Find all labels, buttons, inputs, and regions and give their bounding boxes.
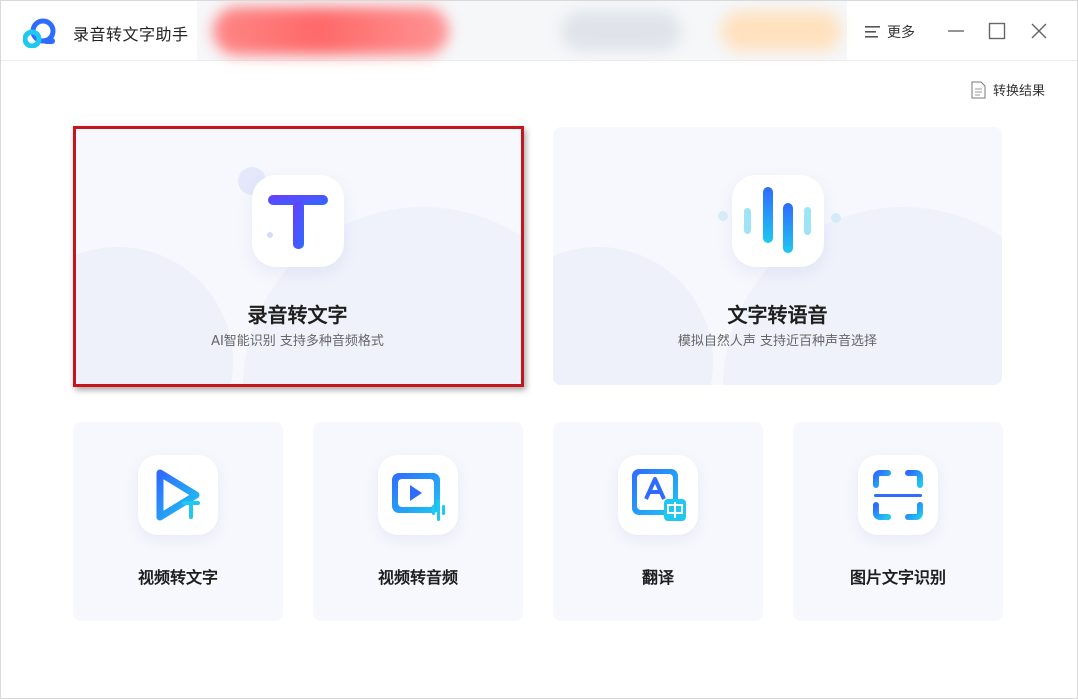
card-video-to-text[interactable]: 视频转文字 <box>73 422 283 621</box>
card-title: 翻译 <box>641 568 674 587</box>
maximize-icon[interactable] <box>985 19 1009 43</box>
card-video-to-audio[interactable]: 视频转音频 <box>313 422 523 621</box>
app-window: 录音转文字助手 更多 转换结果 录音转文字 AI智能识别 支持多种音频格式 文字… <box>0 0 1078 699</box>
card-title: 视频转文字 <box>137 568 218 587</box>
card-title: 图片文字识别 <box>849 568 946 587</box>
card-decoration <box>718 211 728 221</box>
more-label: 更多 <box>887 25 915 41</box>
sound-wave-icon <box>743 187 811 253</box>
card-title: 视频转音频 <box>377 568 458 587</box>
menu-lines-icon <box>865 26 880 38</box>
card-title: 文字转语音 <box>727 303 828 327</box>
image-ocr-icon-box <box>858 455 938 535</box>
ad-banner-blurred[interactable] <box>213 7 449 55</box>
close-icon[interactable] <box>1027 19 1051 43</box>
title-bar: 录音转文字助手 更多 <box>1 1 1077 61</box>
translate-icon-box <box>618 455 698 535</box>
document-icon <box>971 81 986 98</box>
text-to-speech-icon-box <box>731 175 824 267</box>
video-to-audio-icon <box>392 473 445 521</box>
card-title: 录音转文字 <box>247 303 348 327</box>
app-logo-icon <box>23 18 56 48</box>
ad-banner-blurred-2 <box>561 11 681 51</box>
video-to-text-icon-box <box>138 455 218 535</box>
video-to-text-icon <box>156 469 200 521</box>
card-subtitle: 模拟自然人声 支持近百种声音选择 <box>677 334 878 349</box>
minimize-icon[interactable] <box>944 19 968 43</box>
image-ocr-icon <box>873 470 923 520</box>
card-translate[interactable]: 翻译 <box>553 422 763 621</box>
audio-to-text-icon-box <box>251 175 344 267</box>
card-image-ocr[interactable]: 图片文字识别 <box>793 422 1003 621</box>
text-T-icon <box>266 195 328 249</box>
conversion-results-button[interactable]: 转换结果 <box>971 80 1045 99</box>
card-text-to-speech[interactable]: 文字转语音 模拟自然人声 支持近百种声音选择 <box>553 127 1002 385</box>
app-title: 录音转文字助手 <box>73 25 189 44</box>
more-menu-button[interactable]: 更多 <box>865 22 915 42</box>
card-decoration <box>831 213 841 223</box>
card-audio-to-text[interactable]: 录音转文字 AI智能识别 支持多种音频格式 <box>73 127 522 385</box>
translate-icon <box>632 469 686 521</box>
card-subtitle: AI智能识别 支持多种音频格式 <box>211 334 384 349</box>
video-to-audio-icon-box <box>378 455 458 535</box>
ad-banner-blurred-3 <box>721 11 841 51</box>
conversion-results-label: 转换结果 <box>993 84 1046 99</box>
